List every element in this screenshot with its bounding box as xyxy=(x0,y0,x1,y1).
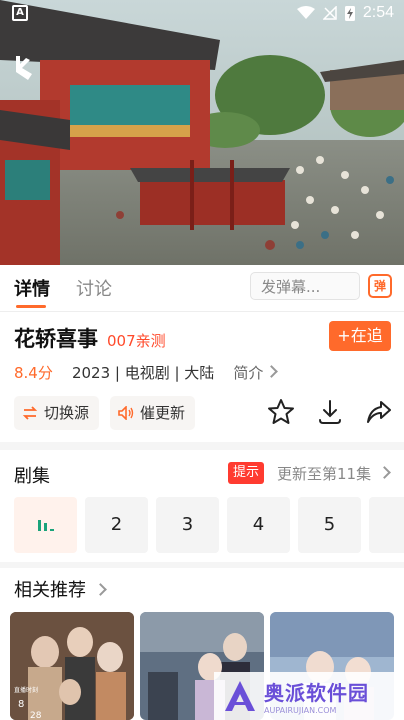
intro-label: 简介 xyxy=(233,364,264,382)
show-info: 2023 | 电视剧 | 大陆 xyxy=(71,364,215,382)
tab-details[interactable]: 详情 xyxy=(14,275,50,301)
episode-item[interactable]: 2 xyxy=(85,497,148,553)
status-time: 2:54 xyxy=(362,4,394,21)
episode-item[interactable]: 3 xyxy=(156,497,219,553)
status-bar: A 2:54 xyxy=(0,0,404,28)
episode-item[interactable]: 4 xyxy=(227,497,290,553)
episode-item[interactable] xyxy=(369,497,404,553)
episode-playing[interactable] xyxy=(14,497,77,553)
episodes-update-text: 更新至第11集 xyxy=(277,465,372,483)
watermark-logo-icon xyxy=(225,681,255,711)
episode-item[interactable]: 5 xyxy=(298,497,361,553)
active-tab-indicator xyxy=(16,305,46,308)
watermark-text: 奥派软件园 xyxy=(264,681,369,705)
episodes-update-link[interactable]: 更新至第11集 xyxy=(277,463,391,484)
back-icon[interactable] xyxy=(12,54,34,82)
follow-button[interactable]: +在追 xyxy=(329,321,391,351)
switch-icon xyxy=(22,406,38,420)
poster-caption: 直播时刻 xyxy=(14,686,38,694)
danmaku-input[interactable]: 发弹幕... xyxy=(250,272,360,300)
source-tag: 007亲测 xyxy=(107,332,166,350)
status-icons: 2:54 xyxy=(296,4,394,22)
recommend-title: 相关推荐 xyxy=(14,580,86,601)
tab-discussion[interactable]: 讨论 xyxy=(76,275,112,301)
speaker-icon xyxy=(118,406,134,420)
request-update-label: 催更新 xyxy=(140,404,186,422)
show-title: 花轿喜事 xyxy=(14,327,98,351)
poster-day: 28 xyxy=(30,711,42,720)
site-watermark: 奥派软件园 AUPAIRUJIAN.COM xyxy=(214,672,404,720)
poster-image: 直播时刻 8 28 xyxy=(10,612,134,720)
section-divider xyxy=(0,562,404,568)
video-player[interactable] xyxy=(0,0,404,265)
chevron-right-icon xyxy=(378,466,391,479)
recommend-title-link[interactable]: 相关推荐 xyxy=(14,576,107,602)
battery-charging-icon xyxy=(344,6,355,21)
rating: 8.4分 xyxy=(14,364,53,382)
playing-bars-icon xyxy=(38,520,54,531)
star-icon[interactable] xyxy=(267,398,295,426)
app-notification-icon: A xyxy=(12,5,28,21)
switch-source-button[interactable]: 切换源 xyxy=(14,396,100,430)
show-meta: 8.4分 2023 | 电视剧 | 大陆 简介 xyxy=(14,362,279,383)
episodes-title: 剧集 xyxy=(14,466,50,487)
switch-source-label: 切换源 xyxy=(44,404,90,422)
danmaku-toggle-icon[interactable]: 弹 xyxy=(368,274,392,298)
poster-month: 8 xyxy=(18,699,24,710)
episode-list: 2 3 4 5 xyxy=(14,497,404,555)
watermark-subtext: AUPAIRUJIAN.COM xyxy=(264,706,337,715)
hint-badge: 提示 xyxy=(228,462,264,484)
request-update-button[interactable]: 催更新 xyxy=(110,396,196,430)
section-divider xyxy=(0,442,404,450)
video-frame xyxy=(0,0,404,265)
recommend-poster[interactable]: 直播时刻 8 28 xyxy=(10,612,134,720)
download-icon[interactable] xyxy=(316,398,344,426)
chevron-right-icon xyxy=(265,365,279,378)
signal-off-icon xyxy=(322,6,337,20)
intro-link[interactable]: 简介 xyxy=(233,364,279,382)
share-icon[interactable] xyxy=(365,398,393,426)
wifi-icon xyxy=(296,6,315,19)
chevron-right-icon xyxy=(93,583,107,596)
